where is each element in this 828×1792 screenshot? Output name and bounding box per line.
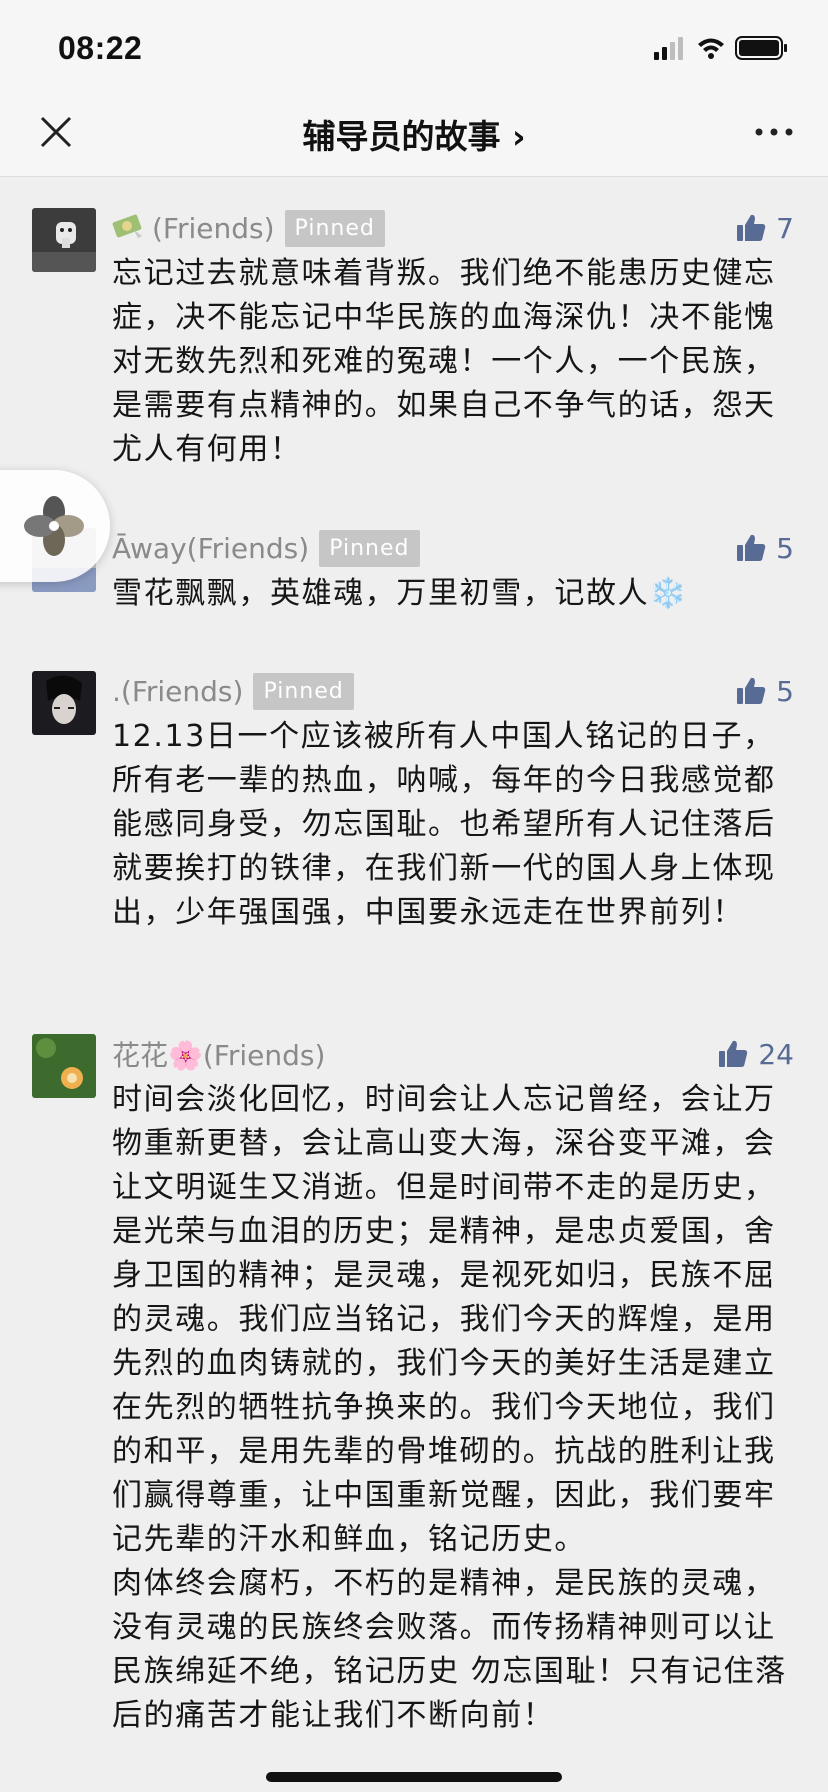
comment-meta: (Friends) Pinned xyxy=(112,208,385,248)
comment-paragraph: 时间会淡化回忆，时间会让人忘记曾经，会让万物重新更替，会让高山变大海，深谷变平滩… xyxy=(112,1082,776,1557)
status-icons xyxy=(654,34,794,62)
floating-window-button[interactable] xyxy=(0,470,110,582)
like-button[interactable]: 7 xyxy=(736,208,794,248)
like-button[interactable]: 24 xyxy=(718,1034,794,1074)
comment-meta: 花花🌸(Friends) xyxy=(112,1034,325,1074)
like-button[interactable]: 5 xyxy=(736,671,794,711)
comment-meta: .(Friends) Pinned xyxy=(112,671,354,711)
more-button[interactable] xyxy=(754,124,794,138)
page-title[interactable]: 辅导员的故事 › xyxy=(0,110,828,158)
comment-paragraph: 肉体终会腐朽，不朽的是精神，是民族的灵魂，没有灵魂的民族终会败落。而传扬精神则可… xyxy=(112,1566,787,1733)
thumbs-up-icon xyxy=(737,534,766,561)
comment-text: 雪花飘飘，英雄魂，万里初雪，记故人❄️ xyxy=(112,576,689,611)
comment-text: 忘记过去就意味着背叛。我们绝不能患历史健忘症，决不能忘记中华民族的血海深仇！决不… xyxy=(112,256,776,467)
status-bar: 08:22 xyxy=(0,0,828,96)
thumbs-up-icon xyxy=(737,677,766,704)
commenter-name[interactable]: 花花🌸(Friends) xyxy=(112,1034,325,1074)
avatar[interactable] xyxy=(32,671,96,735)
avatar[interactable] xyxy=(32,1034,96,1098)
status-time: 08:22 xyxy=(58,30,143,66)
pinwheel-icon xyxy=(24,496,84,556)
like-count: 5 xyxy=(776,531,794,565)
comment-text: 时间会淡化回忆，时间会让人忘记曾经，会让万物重新更替，会让高山变大海，深谷变平滩… xyxy=(112,1078,792,1738)
pinned-badge: Pinned xyxy=(319,529,420,567)
signal-wifi-battery-icon xyxy=(654,36,787,60)
commenter-name[interactable]: Āway(Friends) xyxy=(112,532,309,565)
thumbs-up-icon xyxy=(737,214,766,241)
nav-bar: 辅导员的故事 › xyxy=(0,96,828,177)
pinned-badge: Pinned xyxy=(253,672,354,710)
money-emoji-icon xyxy=(112,210,152,246)
commenter-name[interactable]: .(Friends) xyxy=(112,675,243,708)
avatar[interactable] xyxy=(32,208,96,272)
pinned-badge: Pinned xyxy=(284,209,385,247)
like-count: 5 xyxy=(776,674,794,708)
commenter-name[interactable]: (Friends) xyxy=(152,212,275,245)
like-count: 7 xyxy=(776,211,794,245)
thumbs-up-icon xyxy=(719,1040,748,1067)
comment-text: 12.13日一个应该被所有人中国人铭记的日子，所有老一辈的热血，呐喊，每年的今日… xyxy=(112,719,776,930)
like-button[interactable]: 5 xyxy=(736,528,794,568)
comment-meta: Āway(Friends) Pinned xyxy=(112,528,420,568)
like-count: 24 xyxy=(758,1037,794,1071)
home-indicator[interactable] xyxy=(266,1772,562,1782)
more-icon xyxy=(755,128,793,136)
